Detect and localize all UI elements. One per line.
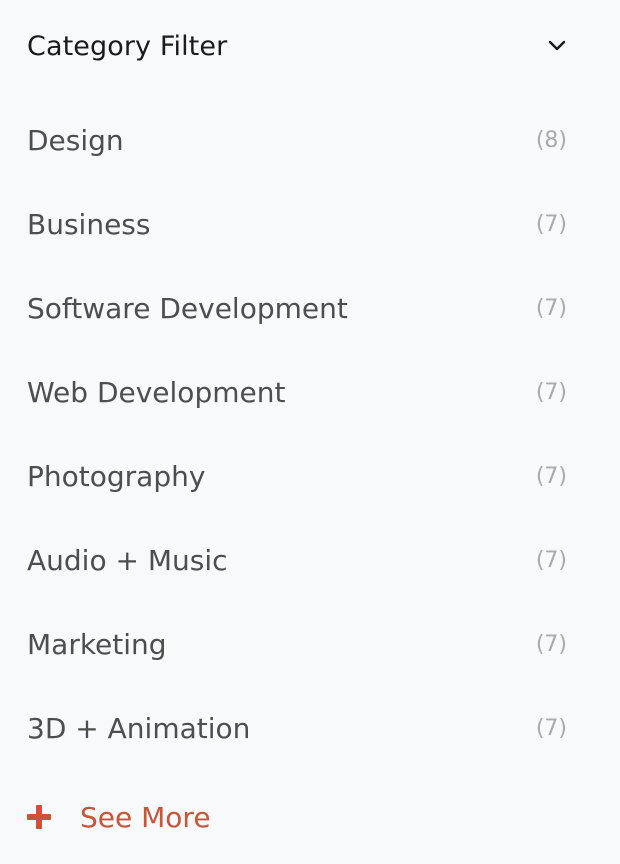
category-filter-header[interactable]: Category Filter <box>27 0 572 92</box>
category-count: (7) <box>535 211 567 237</box>
category-label: Marketing <box>27 627 167 661</box>
filter-title: Category Filter <box>27 30 228 62</box>
category-list: Design (8) Business (7) Software Develop… <box>27 98 567 770</box>
category-label: Audio + Music <box>27 543 228 577</box>
category-count: (8) <box>535 127 567 153</box>
category-item-design[interactable]: Design (8) <box>27 98 567 182</box>
category-count: (7) <box>535 547 567 573</box>
category-label: Web Development <box>27 375 286 409</box>
category-item-software-development[interactable]: Software Development (7) <box>27 266 567 350</box>
category-count: (7) <box>535 631 567 657</box>
category-item-marketing[interactable]: Marketing (7) <box>27 602 567 686</box>
category-filter-panel: Category Filter Design (8) Business (7) … <box>0 0 620 864</box>
category-count: (7) <box>535 295 567 321</box>
category-item-web-development[interactable]: Web Development (7) <box>27 350 567 434</box>
see-more-button[interactable]: See More <box>27 792 211 842</box>
chevron-down-icon[interactable] <box>546 35 568 57</box>
category-label: Photography <box>27 459 206 493</box>
category-count: (7) <box>535 463 567 489</box>
category-label: 3D + Animation <box>27 711 251 745</box>
category-label: Software Development <box>27 291 348 325</box>
category-label: Design <box>27 123 124 157</box>
category-item-business[interactable]: Business (7) <box>27 182 567 266</box>
category-count: (7) <box>535 379 567 405</box>
see-more-label: See More <box>80 800 211 834</box>
category-item-photography[interactable]: Photography (7) <box>27 434 567 518</box>
category-item-audio-music[interactable]: Audio + Music (7) <box>27 518 567 602</box>
plus-icon <box>27 805 51 829</box>
category-count: (7) <box>535 715 567 741</box>
category-label: Business <box>27 207 151 241</box>
category-item-3d-animation[interactable]: 3D + Animation (7) <box>27 686 567 770</box>
